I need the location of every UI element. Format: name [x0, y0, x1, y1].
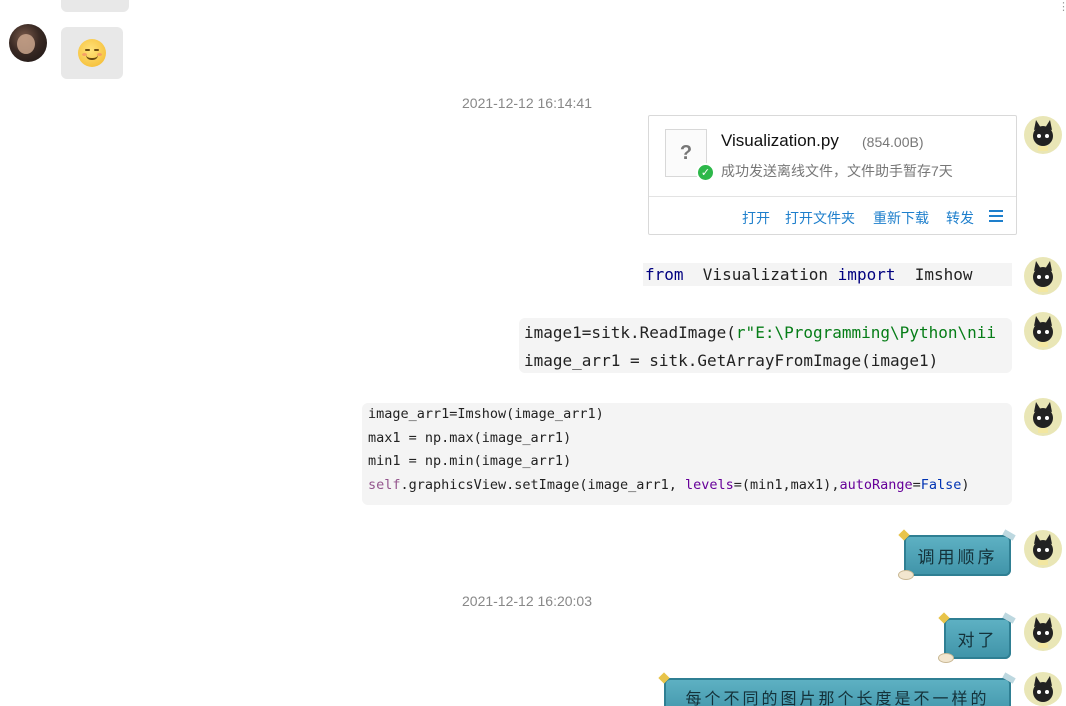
self-avatar[interactable]	[1024, 530, 1062, 568]
code-line: max1 = np.max(image_arr1)	[368, 429, 572, 446]
divider	[649, 196, 1016, 197]
file-size: (854.00B)	[862, 134, 924, 150]
self-avatar[interactable]	[1024, 398, 1062, 436]
open-folder-link[interactable]: 打开文件夹	[785, 208, 855, 228]
code-message-import[interactable]: from Visualization import Imshow	[643, 263, 1012, 286]
code-line: )	[961, 476, 970, 493]
code-keyword: import	[837, 265, 896, 284]
code-message-setimage[interactable]: image_arr1=Imshow(image_arr1) max1 = np.…	[362, 403, 1012, 505]
redownload-link[interactable]: 重新下载	[873, 208, 929, 228]
code-self: self	[368, 476, 401, 493]
contact-avatar[interactable]	[9, 24, 47, 62]
code-line: =(min1,max1),	[733, 476, 840, 493]
code-line: =	[912, 476, 921, 493]
code-keyword: False	[920, 476, 962, 493]
file-status: 成功发送离线文件，文件助手暂存7天	[721, 163, 953, 179]
blush-smile-emoji-icon	[78, 39, 106, 67]
sticker-decoration	[938, 653, 954, 663]
open-file-link[interactable]: 打开	[742, 208, 770, 228]
code-line: image1=sitk.ReadImage(	[524, 323, 736, 342]
self-avatar[interactable]	[1024, 116, 1062, 154]
code-param: levels	[685, 476, 734, 493]
forward-link[interactable]: 转发	[946, 208, 974, 228]
check-icon: ✓	[696, 163, 715, 182]
code-name: Imshow	[914, 265, 973, 284]
self-avatar[interactable]	[1024, 672, 1062, 706]
self-avatar[interactable]	[1024, 312, 1062, 350]
sticker-message[interactable]: 每个不同的图片那个长度是不一样的	[664, 678, 1011, 706]
scroll-marker: ⋮	[1058, 1, 1066, 13]
sticker-decoration	[898, 570, 914, 580]
code-line: .graphicsView.setImage(image_arr1,	[400, 476, 685, 493]
message-timestamp: 2021-12-12 16:20:03	[462, 593, 592, 609]
code-line: image_arr1=Imshow(image_arr1)	[368, 406, 604, 422]
code-module: Visualization	[702, 265, 829, 284]
message-timestamp: 2021-12-12 16:14:41	[462, 95, 592, 111]
previous-message-bubble	[61, 0, 129, 12]
code-param: autoRange	[839, 476, 913, 493]
menu-icon[interactable]	[989, 210, 1003, 222]
file-name: Visualization.py	[721, 131, 839, 150]
code-line: min1 = np.min(image_arr1)	[368, 453, 572, 469]
code-line: image_arr1 = sitk.GetArrayFromImage(imag…	[524, 351, 939, 370]
self-avatar[interactable]	[1024, 613, 1062, 651]
sticker-message[interactable]: 对了	[944, 618, 1011, 659]
code-message-readimage[interactable]: image1=sitk.ReadImage(r"E:\Programming\P…	[519, 318, 1012, 373]
file-message-card[interactable]: ? ✓ Visualization.py (854.00B) 成功发送离线文件，…	[648, 115, 1017, 235]
self-avatar[interactable]	[1024, 257, 1062, 295]
code-keyword: from	[645, 265, 684, 284]
sticker-message[interactable]: 调用顺序	[904, 535, 1011, 576]
code-string: r"E:\Programming\Python\nii	[735, 323, 997, 342]
emoji-message-bubble[interactable]	[61, 27, 123, 79]
